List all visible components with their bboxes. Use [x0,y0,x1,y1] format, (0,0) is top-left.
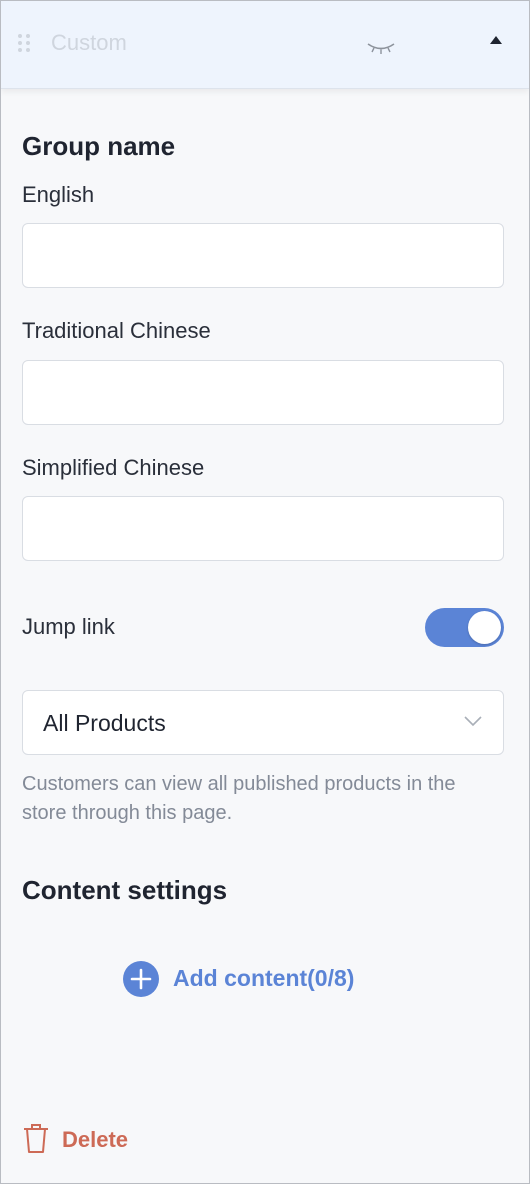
add-content-label: Add content(0/8) [173,965,355,991]
jump-link-help-text: Customers can view all published product… [22,773,456,824]
jump-link-label: Jump link [22,614,115,639]
panel-header[interactable]: Custom [1,1,529,89]
caret-up-icon[interactable] [490,36,502,44]
traditional-chinese-label: Traditional Chinese [22,318,211,343]
group-name-heading: Group name [22,131,176,161]
panel-title: Custom [51,30,127,55]
jump-link-toggle[interactable] [425,608,504,647]
english-input[interactable] [22,223,504,288]
delete-label: Delete [62,1127,129,1152]
trash-icon [24,1124,48,1153]
chevron-down-icon [464,716,482,727]
english-label: English [22,182,95,207]
traditional-chinese-input[interactable] [22,360,504,425]
eye-closed-icon[interactable] [366,39,396,57]
plus-circle-icon [123,961,159,997]
jump-link-selected-value: All Products [43,710,166,736]
content-settings-heading: Content settings [22,875,228,905]
simplified-chinese-label: Simplified Chinese [22,455,205,480]
toggle-knob [468,611,501,644]
custom-group-panel: Custom Group name English Traditional Ch… [0,0,530,1184]
drag-handle-icon[interactable] [17,33,31,53]
simplified-chinese-input[interactable] [22,496,504,561]
jump-link-select[interactable]: All Products [22,690,504,755]
